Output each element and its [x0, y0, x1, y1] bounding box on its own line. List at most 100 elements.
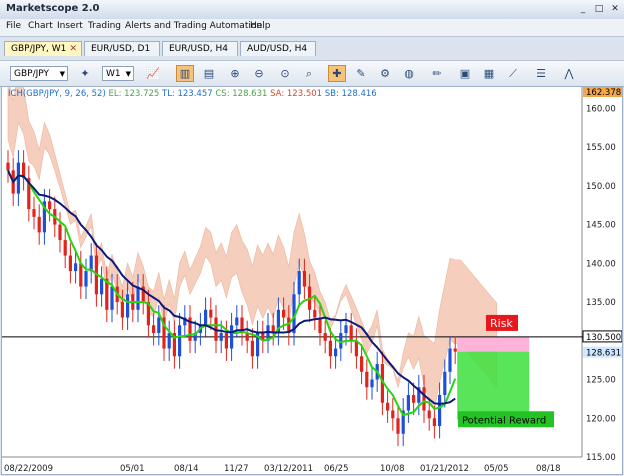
time-tick-label: 05/05	[484, 464, 509, 474]
chart-type-icon[interactable]: 📈	[144, 65, 162, 82]
candle-body	[100, 278, 104, 295]
template-icon[interactable]: ▦	[480, 65, 498, 82]
chevron-down-icon: ▼	[125, 70, 131, 78]
timeframe-select[interactable]: W1 ▼	[102, 66, 134, 81]
chart-toolbar: GBP/JPY ▼ ✦ W1 ▼ 📈 ▥ ▤ ⊕ ⊖ ⊙ ⌕ ✚ ✎ ⚙ ◍ ✏ ▣…	[0, 60, 624, 87]
candle-body	[235, 317, 239, 326]
zoom-fit-icon[interactable]: ⊙	[276, 65, 294, 82]
current-price-label: 128.631	[586, 349, 621, 359]
menu-alerts[interactable]: Alerts and Trading Automation	[125, 21, 262, 31]
app-title: Marketscope 2.0	[6, 3, 100, 14]
price-tick-label: 155.00	[586, 143, 616, 153]
candle-body	[152, 325, 156, 334]
candle-body	[313, 309, 317, 318]
close-button[interactable]: ✕	[608, 3, 622, 15]
candle-body	[178, 325, 182, 357]
candle-body	[136, 286, 140, 310]
bar-style-icon[interactable]: ✦	[76, 65, 94, 82]
tab-label: EUR/USD, H4	[169, 44, 229, 54]
candle-body	[32, 209, 36, 217]
candle-body	[448, 348, 452, 372]
tab-label: GBP/JPY, W1	[11, 44, 67, 54]
indicator-tl: TL: 123.457	[162, 89, 213, 99]
zoom-select-icon[interactable]: ⌕	[300, 65, 318, 82]
candle-body	[58, 224, 62, 241]
candle-body	[302, 271, 306, 287]
candle-body	[344, 325, 348, 334]
indicator-sb: SB: 128.416	[324, 89, 377, 99]
chevron-down-icon: ▼	[59, 70, 65, 78]
tab-eurusd-h4[interactable]: EUR/USD, H4	[162, 41, 238, 56]
price-chart[interactable]: 160.00 155.00 150.00 145.00 140.00 135.00 125.…	[2, 87, 622, 474]
indicator-el: EL: 123.725	[108, 89, 160, 99]
signal-icon[interactable]: ⚙	[376, 65, 394, 82]
crosshair-icon[interactable]: ✚	[328, 65, 346, 82]
candle-body	[365, 371, 369, 388]
candle-body	[328, 340, 332, 357]
chart-panel[interactable]: 160.00 155.00 150.00 145.00 140.00 135.00 125.…	[1, 86, 623, 475]
line-price-label: 130.500	[586, 333, 621, 343]
risk-box	[457, 336, 530, 352]
price-tick-label: 120.00	[586, 414, 616, 424]
candle-body	[68, 255, 72, 272]
minimize-button[interactable]: _	[576, 3, 590, 15]
zoom-out-icon[interactable]: ⊖	[250, 65, 268, 82]
candle-body	[230, 325, 234, 349]
risk-label: Risk	[490, 317, 513, 330]
candle-body	[297, 271, 301, 295]
menu-chart[interactable]: Chart	[28, 21, 53, 31]
time-tick-label: 08/18	[536, 464, 561, 474]
kijun-line	[7, 169, 456, 405]
menu-help[interactable]: Help	[250, 21, 271, 31]
globe-icon[interactable]: ◍	[400, 65, 418, 82]
bars-icon[interactable]: ▤	[200, 65, 218, 82]
close-icon[interactable]: ✕	[69, 42, 77, 57]
candle-body	[6, 162, 10, 171]
tab-gbpjpy-w1[interactable]: GBP/JPY, W1 ✕	[4, 41, 82, 56]
candle-body	[120, 302, 124, 318]
candle-body	[84, 271, 88, 287]
menu-file[interactable]: File	[6, 21, 21, 31]
time-tick-label: 06/25	[324, 464, 349, 474]
maximize-button[interactable]: □	[592, 3, 606, 15]
menu-insert[interactable]: Insert	[57, 21, 83, 31]
candle-body	[438, 395, 442, 427]
reward-label: Potential Reward	[462, 415, 546, 426]
indicator-sa: SA: 123.501	[270, 89, 323, 99]
timeframe-value: W1	[106, 69, 121, 79]
candle-body	[391, 410, 395, 419]
symbol-select[interactable]: GBP/JPY ▼	[10, 66, 68, 81]
indicator-icon[interactable]: ✎	[352, 65, 370, 82]
candle-body	[79, 263, 83, 287]
title-bar: Marketscope 2.0 _ □ ✕	[0, 0, 624, 20]
fibonacci-icon[interactable]: ⋀	[560, 65, 578, 82]
candle-body	[110, 286, 114, 310]
tab-audusd-h4[interactable]: AUD/USD, H4	[240, 41, 316, 56]
pencil-icon[interactable]: ✏	[428, 65, 446, 82]
lines-icon[interactable]: ☰	[532, 65, 550, 82]
candle-body	[386, 402, 390, 411]
time-tick-label: 03/12/2011	[264, 464, 313, 474]
line-tool-icon[interactable]: ⟋	[504, 65, 522, 82]
candle-body	[126, 294, 130, 318]
time-tick-label: 08/14	[174, 464, 199, 474]
time-tick-label: 10/08	[380, 464, 405, 474]
top-price-label: 162.378	[586, 88, 621, 98]
candle-icon[interactable]: ▥	[176, 65, 194, 82]
candle-body	[360, 356, 364, 372]
candle-body	[37, 216, 41, 233]
tab-eurusd-d1[interactable]: EUR/USD, D1	[84, 41, 160, 56]
candle-body	[349, 325, 353, 341]
image-icon[interactable]: ▣	[456, 65, 474, 82]
candle-body	[432, 418, 436, 427]
candle-body	[74, 263, 78, 272]
price-tick-label: 125.00	[586, 376, 616, 386]
candle-body	[157, 317, 161, 334]
menu-trading[interactable]: Trading	[88, 21, 121, 31]
candle-body	[334, 348, 338, 357]
candle-body	[167, 333, 171, 349]
zoom-in-icon[interactable]: ⊕	[226, 65, 244, 82]
reward-box	[457, 351, 530, 420]
time-tick-label: 08/22/2009	[4, 464, 53, 474]
indicator-cs: CS: 128.631	[215, 89, 268, 99]
